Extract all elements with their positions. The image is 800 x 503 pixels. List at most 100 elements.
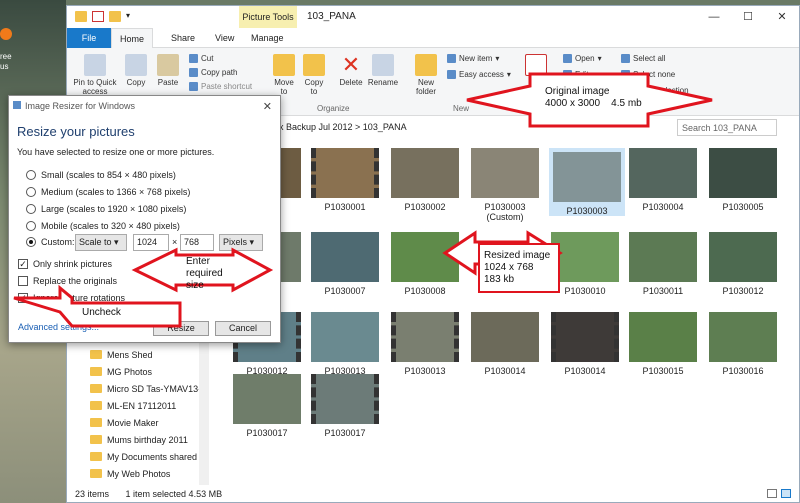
- close-icon[interactable]: ✕: [263, 100, 272, 113]
- tab-share[interactable]: Share: [163, 28, 203, 48]
- close-icon[interactable]: ✕: [765, 6, 799, 28]
- new-folder-button[interactable]: New folder: [411, 54, 441, 96]
- file-thumbnail[interactable]: P1030014: [471, 312, 539, 376]
- nav-item[interactable]: MG Photos: [75, 363, 215, 380]
- file-thumbnail[interactable]: P1030013: [391, 312, 459, 376]
- details-view-icon[interactable]: [767, 489, 777, 498]
- photo-preview: [233, 374, 301, 424]
- file-thumbnail[interactable]: P1030011: [629, 232, 697, 296]
- new-item-icon: [447, 54, 456, 63]
- new-item-button[interactable]: New item ▾: [447, 54, 499, 63]
- checkbox[interactable]: ✓: [18, 293, 28, 303]
- file-thumbnail[interactable]: P1030008: [391, 232, 459, 296]
- select-all-button[interactable]: Select all: [621, 54, 665, 63]
- checkbox[interactable]: ✓: [18, 259, 28, 269]
- selection-info: 1 item selected 4.53 MB: [125, 489, 223, 499]
- radio-large[interactable]: Large (scales to 1920 × 1080 pixels): [26, 204, 186, 214]
- radio-medium[interactable]: Medium (scales to 1366 × 768 pixels): [26, 187, 190, 197]
- delete-button[interactable]: ✕ Delete: [337, 52, 365, 88]
- tab-home[interactable]: Home: [111, 28, 154, 48]
- file-thumbnail[interactable]: P1030007: [311, 232, 379, 296]
- new-folder-icon: [415, 54, 437, 76]
- advanced-settings-link[interactable]: Advanced settings...: [18, 322, 99, 332]
- breadcrumb[interactable]: ix Backup Jul 2012 > 103_PANA: [277, 122, 407, 132]
- cut-button[interactable]: Cut: [189, 54, 213, 63]
- copy-path-button[interactable]: Copy path: [189, 68, 237, 77]
- scale-mode-select[interactable]: Scale to ▾: [75, 234, 127, 251]
- tab-view[interactable]: View: [207, 28, 242, 48]
- easy-access-button[interactable]: Easy access ▾: [447, 70, 511, 79]
- large-icons-view-icon[interactable]: [781, 489, 791, 498]
- paste-shortcut-button[interactable]: Paste shortcut: [189, 82, 252, 91]
- file-thumbnail[interactable]: P1030003 (Custom): [471, 148, 539, 222]
- desktop-app-icon[interactable]: [0, 28, 12, 40]
- height-input[interactable]: 768: [180, 234, 214, 251]
- window-title: 103_PANA: [307, 11, 356, 22]
- properties-icon[interactable]: [92, 11, 104, 22]
- nav-item[interactable]: Mens Shed: [75, 346, 215, 363]
- nav-item[interactable]: Mums birthday 2011: [75, 431, 215, 448]
- move-to-button[interactable]: Move to: [271, 54, 297, 96]
- maximize-icon[interactable]: ☐: [731, 6, 765, 28]
- select-none-button[interactable]: Select none: [621, 70, 675, 79]
- nav-item[interactable]: Movie Maker: [75, 414, 215, 431]
- file-thumbnail-selected[interactable]: P1030003: [549, 148, 625, 216]
- tab-manage[interactable]: Manage: [243, 28, 292, 48]
- replace-originals-checkbox[interactable]: Replace the originals: [18, 276, 117, 286]
- radio-button[interactable]: [26, 221, 36, 231]
- rename-button[interactable]: Rename: [367, 54, 399, 87]
- invert-selection-button[interactable]: selection: [657, 86, 689, 95]
- new-folder-icon[interactable]: [109, 11, 121, 22]
- paste-button[interactable]: Paste: [155, 54, 181, 87]
- nav-scrollbar[interactable]: [199, 339, 209, 485]
- copy-to-icon: [303, 54, 325, 76]
- minimize-icon[interactable]: —: [697, 6, 731, 28]
- open-icon: [563, 54, 572, 63]
- file-thumbnail[interactable]: P1030005: [709, 148, 777, 212]
- nav-item[interactable]: ML-EN 17112011: [75, 397, 215, 414]
- radio-button[interactable]: [26, 170, 36, 180]
- tab-file[interactable]: File: [67, 28, 111, 48]
- copy-to-button[interactable]: Copy to: [301, 54, 327, 96]
- nav-item[interactable]: Micro SD Tas-YMAV13-F: [75, 380, 215, 397]
- photo-preview: [549, 148, 625, 206]
- edit-button[interactable]: Edit: [563, 70, 589, 79]
- radio-small[interactable]: Small (scales to 854 × 480 pixels): [26, 170, 176, 180]
- customize-quick-access-icon[interactable]: ▾: [126, 11, 138, 22]
- resize-button[interactable]: Resize: [153, 321, 209, 336]
- width-input[interactable]: 1024: [133, 234, 169, 251]
- folder-icon: [90, 367, 102, 376]
- nav-item[interactable]: My Web Photos: [75, 465, 215, 482]
- photo-preview: [551, 312, 619, 362]
- pin-quick-access-button[interactable]: Pin to Quick access: [71, 54, 119, 96]
- copy-icon: [125, 54, 147, 76]
- radio-button[interactable]: [26, 237, 36, 247]
- navigation-pane: Mens Shed MG Photos Micro SD Tas-YMAV13-…: [75, 346, 215, 486]
- copy-button[interactable]: Copy: [123, 54, 149, 87]
- radio-button[interactable]: [26, 187, 36, 197]
- file-thumbnail[interactable]: P1030004: [629, 148, 697, 212]
- unit-select[interactable]: Pixels ▾: [219, 234, 263, 251]
- file-thumbnail[interactable]: P1030015: [629, 312, 697, 376]
- radio-custom[interactable]: Custom:: [26, 237, 75, 247]
- properties-button[interactable]: Pro: [525, 54, 547, 87]
- radio-mobile[interactable]: Mobile (scales to 320 × 480 pixels): [26, 221, 180, 231]
- delete-icon: ✕: [341, 52, 361, 77]
- file-thumbnail[interactable]: P1030016: [709, 312, 777, 376]
- file-thumbnail[interactable]: P1030017: [311, 374, 379, 438]
- file-thumbnail[interactable]: P1030017: [233, 374, 301, 438]
- nav-item[interactable]: My Documents shared: [75, 448, 215, 465]
- radio-button[interactable]: [26, 204, 36, 214]
- file-thumbnail[interactable]: P1030002: [391, 148, 459, 212]
- file-thumbnail[interactable]: P1030010: [551, 232, 619, 296]
- file-thumbnail[interactable]: P1030013: [311, 312, 379, 376]
- only-shrink-checkbox[interactable]: ✓ Only shrink pictures: [18, 259, 112, 269]
- file-thumbnail[interactable]: P1030012: [709, 232, 777, 296]
- ignore-rotations-checkbox[interactable]: ✓ Ignore picture rotations: [18, 293, 125, 303]
- open-button[interactable]: Open ▾: [563, 54, 602, 63]
- cancel-button[interactable]: Cancel: [215, 321, 271, 336]
- search-input[interactable]: Search 103_PANA: [677, 119, 777, 136]
- file-thumbnail[interactable]: P1030014: [551, 312, 619, 376]
- checkbox[interactable]: [18, 276, 28, 286]
- file-thumbnail[interactable]: P1030001: [311, 148, 379, 212]
